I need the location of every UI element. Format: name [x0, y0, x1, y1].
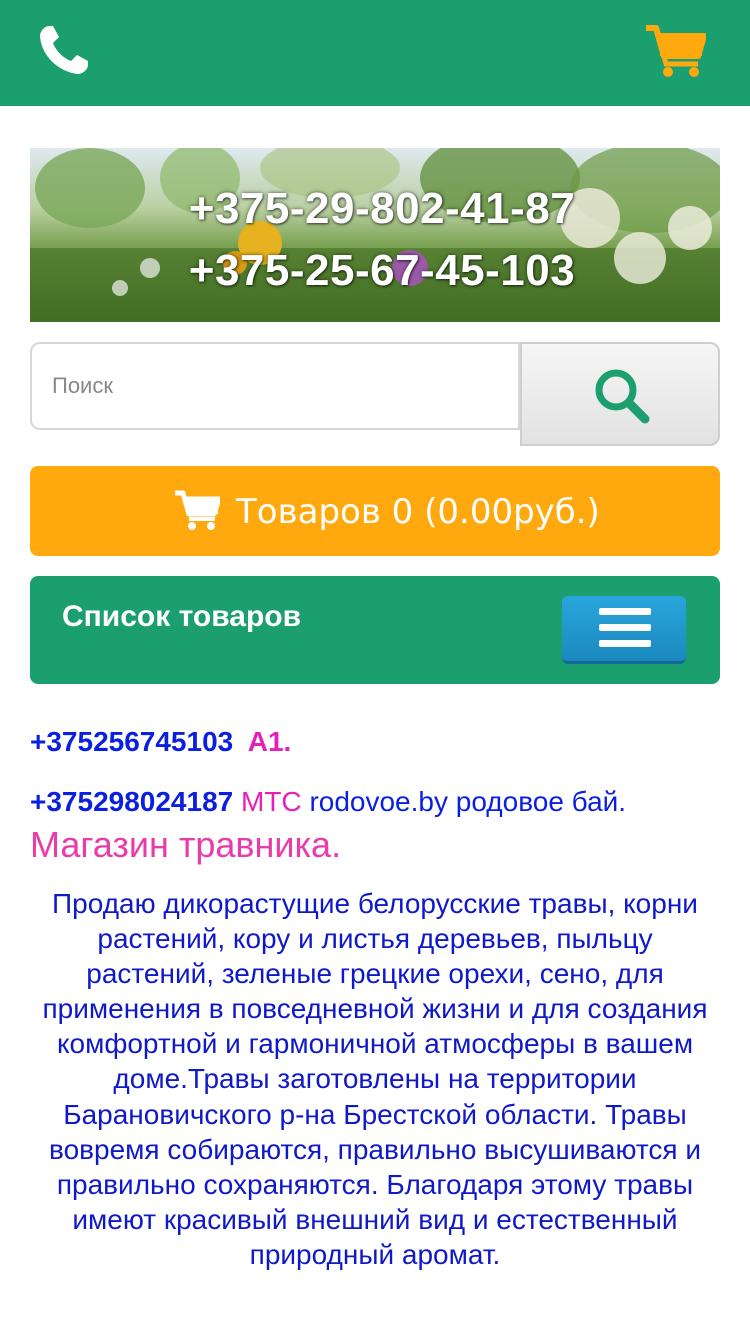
operator-a1: A1.: [247, 726, 292, 757]
hamburger-menu-icon: [599, 608, 651, 615]
phone-a1[interactable]: +375256745103: [30, 726, 233, 757]
phone-mts[interactable]: +375298024187: [30, 786, 233, 817]
shop-name: Магазин травника.: [30, 824, 342, 865]
site-name: rodovoe.by родовое бай.: [309, 786, 627, 817]
shopping-cart-icon[interactable]: [644, 24, 706, 78]
menu-toggle-button[interactable]: [562, 596, 686, 664]
search-icon: [595, 369, 650, 424]
search-bar: [30, 342, 720, 446]
cart-summary-label: Товаров 0 (0.00руб.): [236, 492, 600, 532]
search-input[interactable]: [30, 342, 520, 430]
shop-description: Продаю дикорастущие белорусские травы, к…: [42, 888, 708, 1270]
search-button[interactable]: [520, 342, 720, 446]
top-bar: [0, 0, 750, 106]
phone-number-1: +375-29-802-41-87: [188, 184, 576, 233]
product-list-header: Список товаров: [30, 576, 720, 684]
operator-mts: MTC: [241, 786, 302, 817]
contact-line-a1: +375256745103 A1.: [30, 726, 291, 758]
phone-number-2: +375-25-67-45-103: [188, 246, 576, 295]
cart-summary-button[interactable]: Товаров 0 (0.00руб.): [30, 466, 720, 556]
phone-icon[interactable]: [36, 22, 92, 78]
contact-line-mts: +375298024187 MTC rodovoe.by родовое бай…: [30, 786, 626, 818]
shopping-cart-icon: [175, 490, 220, 530]
product-list-title: Список товаров: [62, 600, 302, 633]
contact-banner: +375-29-802-41-87 +375-25-67-45-103: [30, 148, 720, 322]
